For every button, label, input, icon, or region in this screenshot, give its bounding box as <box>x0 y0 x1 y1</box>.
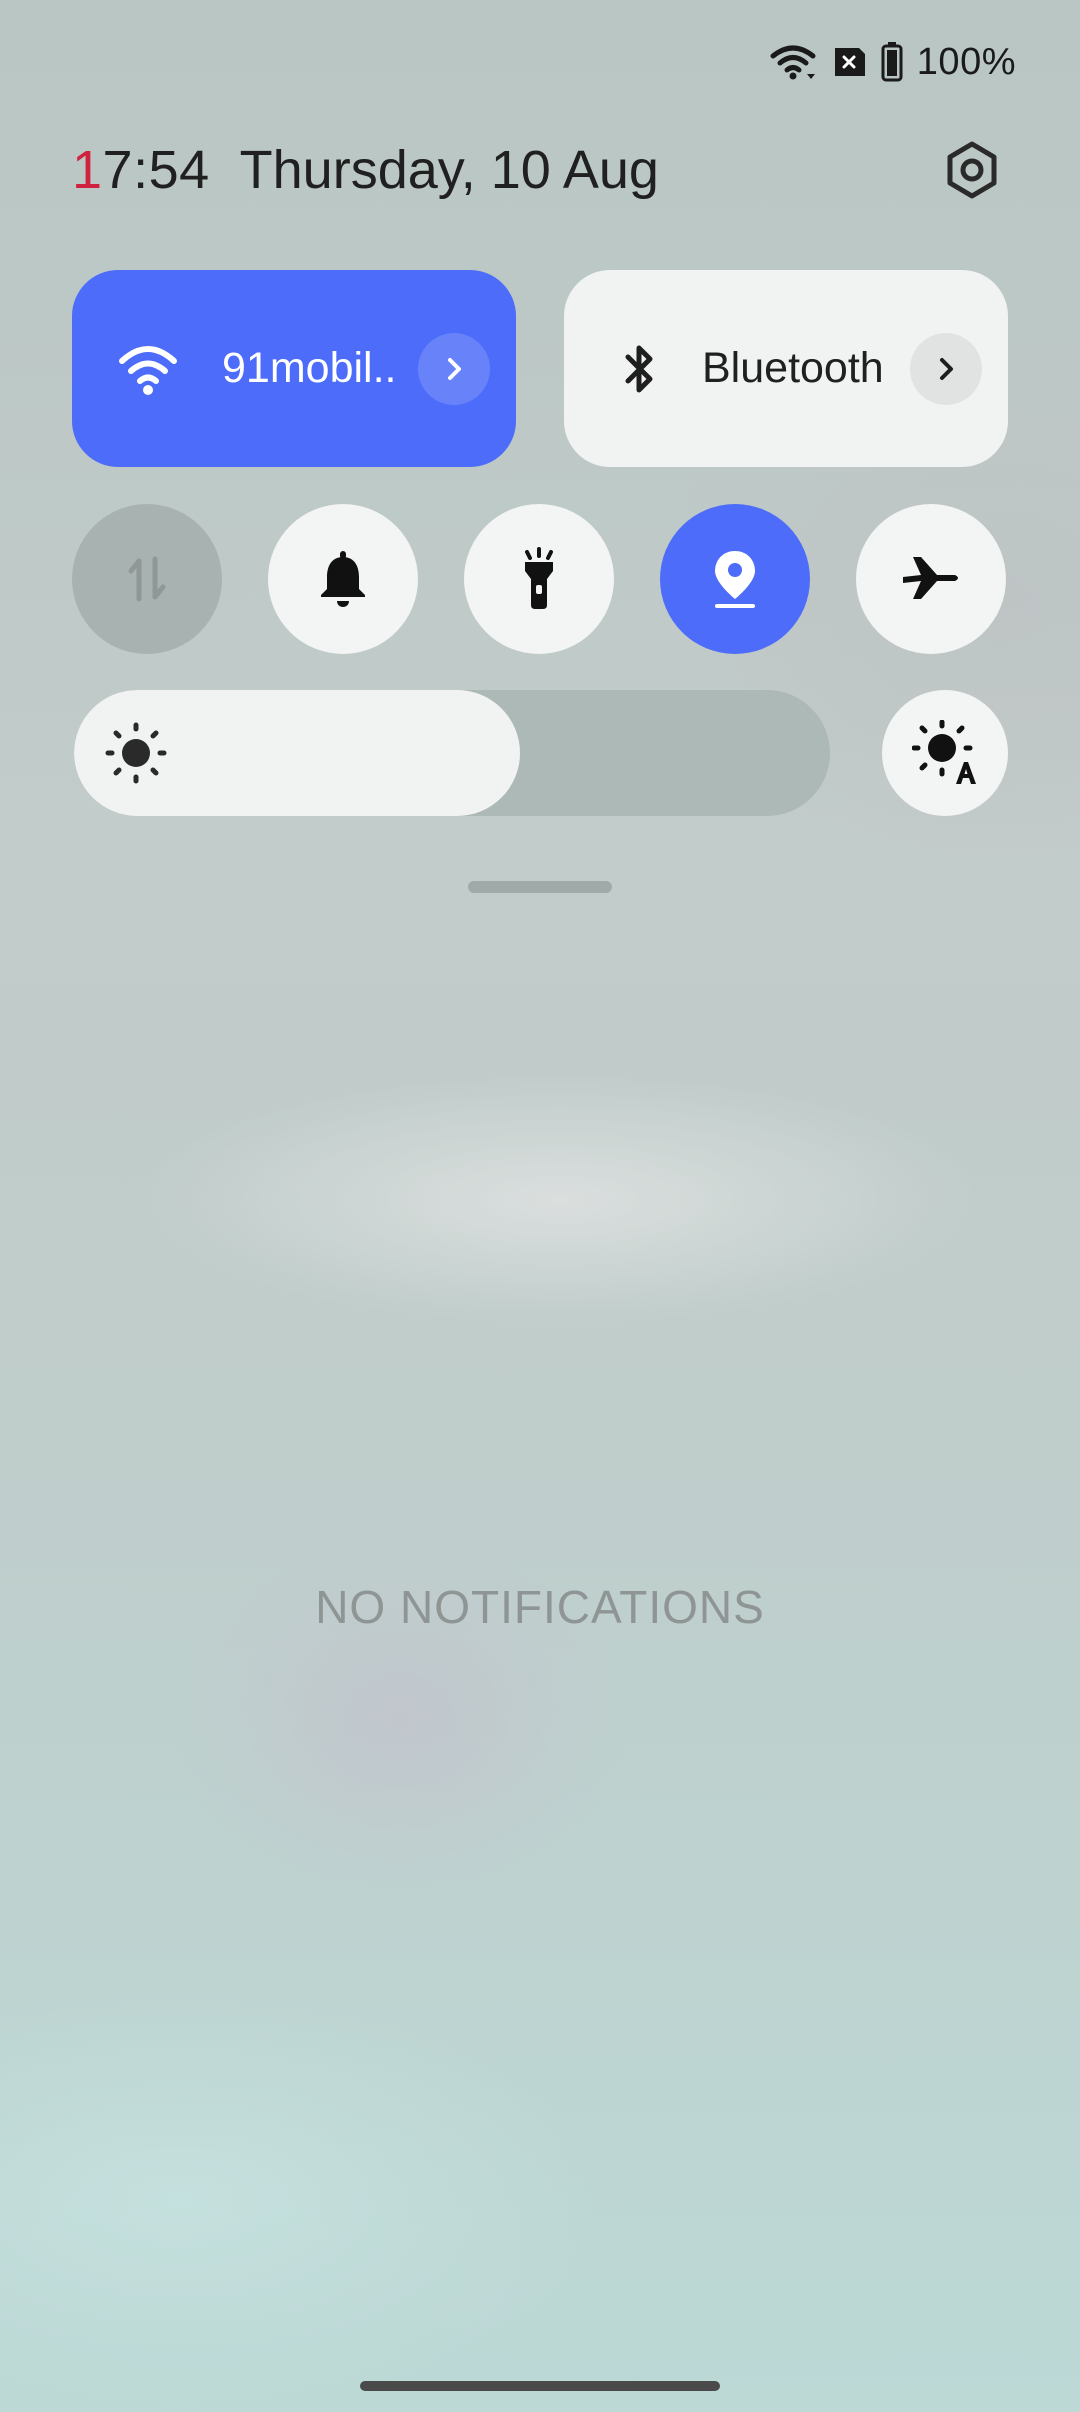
empty-notifications-text: NO NOTIFICATIONS <box>315 1581 765 1633</box>
location-icon <box>715 551 755 608</box>
gear-icon <box>947 141 997 199</box>
airplane-mode-toggle[interactable] <box>856 504 1006 654</box>
location-toggle[interactable] <box>660 504 810 654</box>
mobile-data-icon <box>128 556 166 602</box>
clock[interactable]: 17:54 <box>72 139 210 201</box>
bell-icon <box>321 551 365 607</box>
wifi-icon <box>116 337 180 401</box>
date[interactable]: Thursday, 10 Aug <box>240 139 659 201</box>
sun-icon <box>105 722 167 784</box>
chevron-right-icon <box>940 357 953 380</box>
header: 17:54 Thursday, 10 Aug <box>72 132 1020 208</box>
bluetooth-icon <box>608 337 672 401</box>
battery-icon <box>881 42 903 82</box>
wifi-expand-button[interactable] <box>418 332 490 405</box>
settings-button[interactable] <box>936 134 1008 206</box>
clock-rest: 7:54 <box>102 140 210 200</box>
wifi-icon <box>770 45 816 80</box>
flashlight-toggle[interactable] <box>464 504 614 654</box>
panel-drag-handle[interactable] <box>468 881 612 893</box>
brightness-slider[interactable] <box>74 690 830 816</box>
chevron-right-icon <box>448 357 461 380</box>
wifi-network-name: 91mobil.. <box>222 344 397 392</box>
gesture-navigation-bar[interactable] <box>360 2381 720 2391</box>
battery-percentage: 100% <box>916 40 1016 83</box>
flashlight-icon <box>525 547 553 609</box>
wifi-tile[interactable]: 91mobil.. <box>72 270 516 467</box>
bluetooth-expand-button[interactable] <box>910 332 982 405</box>
auto-brightness-button[interactable] <box>882 690 1008 816</box>
ring-toggle[interactable] <box>268 504 418 654</box>
bluetooth-label: Bluetooth <box>702 344 884 392</box>
clock-first-digit: 1 <box>72 140 103 200</box>
status-bar: 100% <box>769 40 1016 84</box>
auto-brightness-icon <box>912 720 976 784</box>
bluetooth-tile[interactable]: Bluetooth <box>564 270 1008 467</box>
airplane-icon <box>903 557 958 599</box>
mobile-data-toggle[interactable] <box>72 504 222 654</box>
no-sim-icon <box>834 48 865 76</box>
